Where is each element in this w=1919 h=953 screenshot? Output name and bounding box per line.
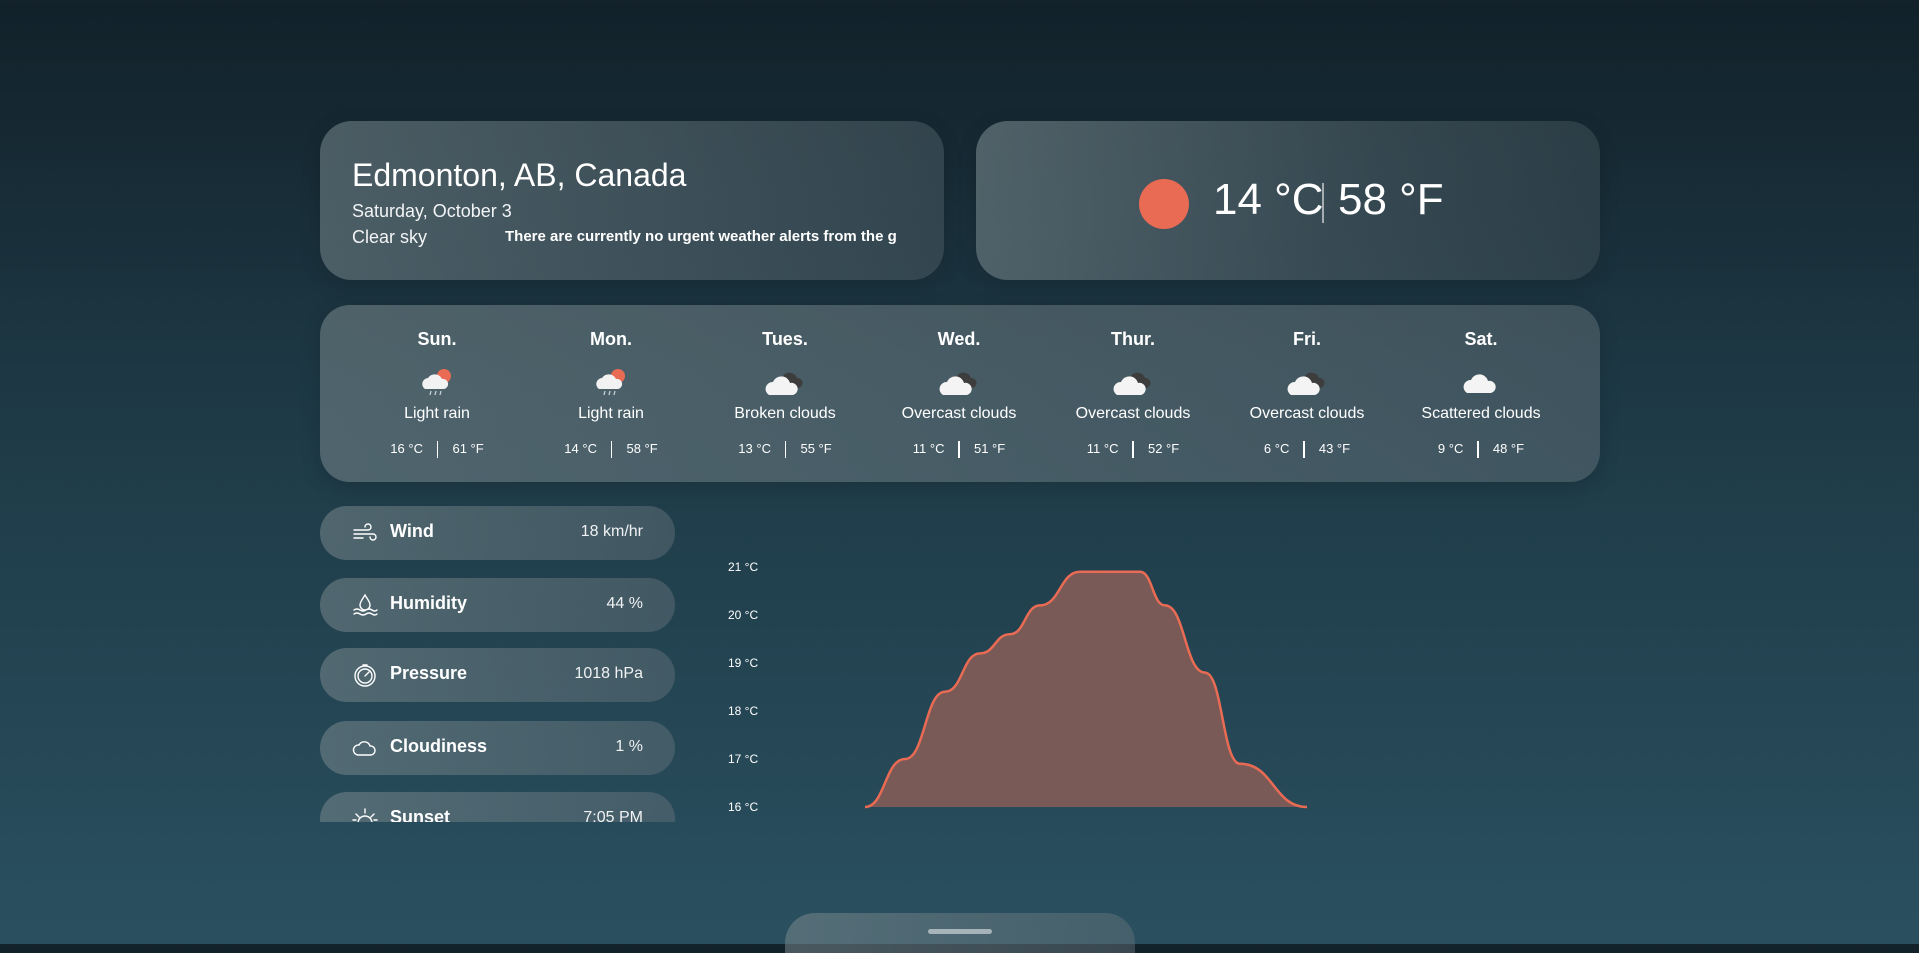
forecast-temp-f: 55 °F (800, 441, 832, 456)
pressure-gauge-icon (352, 663, 378, 687)
stat-value: 1018 hPa (574, 665, 643, 682)
stat-label: Cloudiness (390, 736, 488, 756)
stat-label: Pressure (390, 663, 468, 683)
bottom-sheet-handle[interactable] (785, 913, 1135, 953)
temp-divider (1303, 441, 1305, 459)
forecast-day: Wed. Overcast clouds 11 °C 51 °F (872, 305, 1046, 482)
drag-grip[interactable] (928, 929, 992, 934)
temperature-area (865, 571, 1307, 807)
y-tick-label: 21 °C (728, 560, 758, 574)
forecast-day-name: Sat. (1464, 329, 1498, 349)
forecast-day-name: Thur. (1111, 329, 1155, 349)
y-tick-label: 20 °C (728, 608, 758, 622)
forecast-description: Overcast clouds (1249, 405, 1365, 422)
forecast-description: Broken clouds (734, 405, 836, 422)
stat-value: 7:05 PM (583, 809, 643, 822)
broken-clouds-icon (765, 367, 805, 399)
stat-value: 18 km/hr (580, 523, 643, 540)
humidity-icon (352, 593, 378, 617)
forecast-description: Scattered clouds (1421, 405, 1541, 422)
forecast-temp-f: 52 °F (1147, 441, 1180, 456)
forecast-day: Fri. Overcast clouds 6 °C 43 °F (1220, 305, 1394, 482)
forecast-temp-c: 11 °C (912, 441, 945, 456)
forecast-temperatures: 11 °C 52 °F (1046, 441, 1220, 459)
forecast-day: Thur. Overcast clouds 11 °C 52 °F (1046, 305, 1220, 482)
sun-icon (1139, 179, 1189, 229)
y-tick-label: 18 °C (728, 704, 758, 718)
forecast-day-name: Wed. (937, 329, 981, 349)
wind-icon (352, 521, 378, 545)
forecast-temp-f: 48 °F (1492, 441, 1525, 456)
temp-divider (784, 441, 787, 459)
stat-sunset: Sunset 7:05 PM (320, 792, 675, 822)
sunset-icon (352, 807, 378, 822)
forecast-day: Tues. Broken clouds 13 °C 55 °F (698, 305, 872, 482)
y-tick-label: 17 °C (728, 752, 758, 766)
current-temperature-card: 14 °C 58 °F (976, 121, 1600, 280)
forecast-temperatures: 13 °C 55 °F (698, 441, 872, 459)
forecast-description: Overcast clouds (1075, 405, 1191, 422)
forecast-day-name: Fri. (1292, 329, 1321, 349)
stat-wind: Wind 18 km/hr (320, 506, 675, 560)
temperature-celsius: 14 °C (1213, 175, 1324, 224)
forecast-temperatures: 9 °C 48 °F (1394, 441, 1568, 459)
stat-cloudiness: Cloudiness 1 % (320, 721, 675, 775)
forecast-day-name: Tues. (762, 329, 808, 349)
y-tick-label: 16 °C (728, 800, 758, 814)
stat-label: Sunset (390, 807, 451, 822)
stat-label: Humidity (390, 593, 468, 613)
forecast-temp-c: 11 °C (1086, 441, 1119, 456)
forecast-temp-f: 51 °F (973, 441, 1006, 456)
forecast-day: Sat. Scattered clouds 9 °C 48 °F (1394, 305, 1568, 482)
overcast-clouds-icon (939, 367, 979, 399)
forecast-temp-c: 6 °C (1263, 441, 1290, 456)
forecast-temp-c: 13 °C (738, 441, 771, 456)
temperature-fahrenheit: 58 °F (1338, 175, 1444, 224)
scattered-clouds-icon (1461, 367, 1501, 399)
forecast-temp-c: 9 °C (1437, 441, 1464, 456)
overcast-clouds-icon (1287, 367, 1327, 399)
forecast-temperatures: 11 °C 51 °F (872, 441, 1046, 459)
stat-value: 1 % (615, 738, 643, 755)
forecast-temperatures: 6 °C 43 °F (1220, 441, 1394, 459)
stat-label: Wind (390, 521, 434, 541)
cloud-icon (352, 736, 378, 760)
stat-value: 44 % (606, 595, 643, 612)
temp-divider (1477, 441, 1479, 459)
y-tick-label: 19 °C (728, 656, 758, 670)
temp-divider (1132, 441, 1134, 459)
stat-humidity: Humidity 44 % (320, 578, 675, 632)
temperature-chart: 21 °C 20 °C 19 °C 18 °C 17 °C 16 °C (728, 560, 1308, 814)
overcast-clouds-icon (1113, 367, 1153, 399)
temperature-divider (1322, 183, 1324, 223)
stats-list[interactable]: Wind 18 km/hr Humidity 44 % Pressure 101… (0, 0, 700, 822)
stat-pressure: Pressure 1018 hPa (320, 648, 675, 702)
forecast-temp-f: 43 °F (1318, 441, 1351, 456)
temp-divider (958, 441, 960, 459)
forecast-description: Overcast clouds (901, 405, 1017, 422)
